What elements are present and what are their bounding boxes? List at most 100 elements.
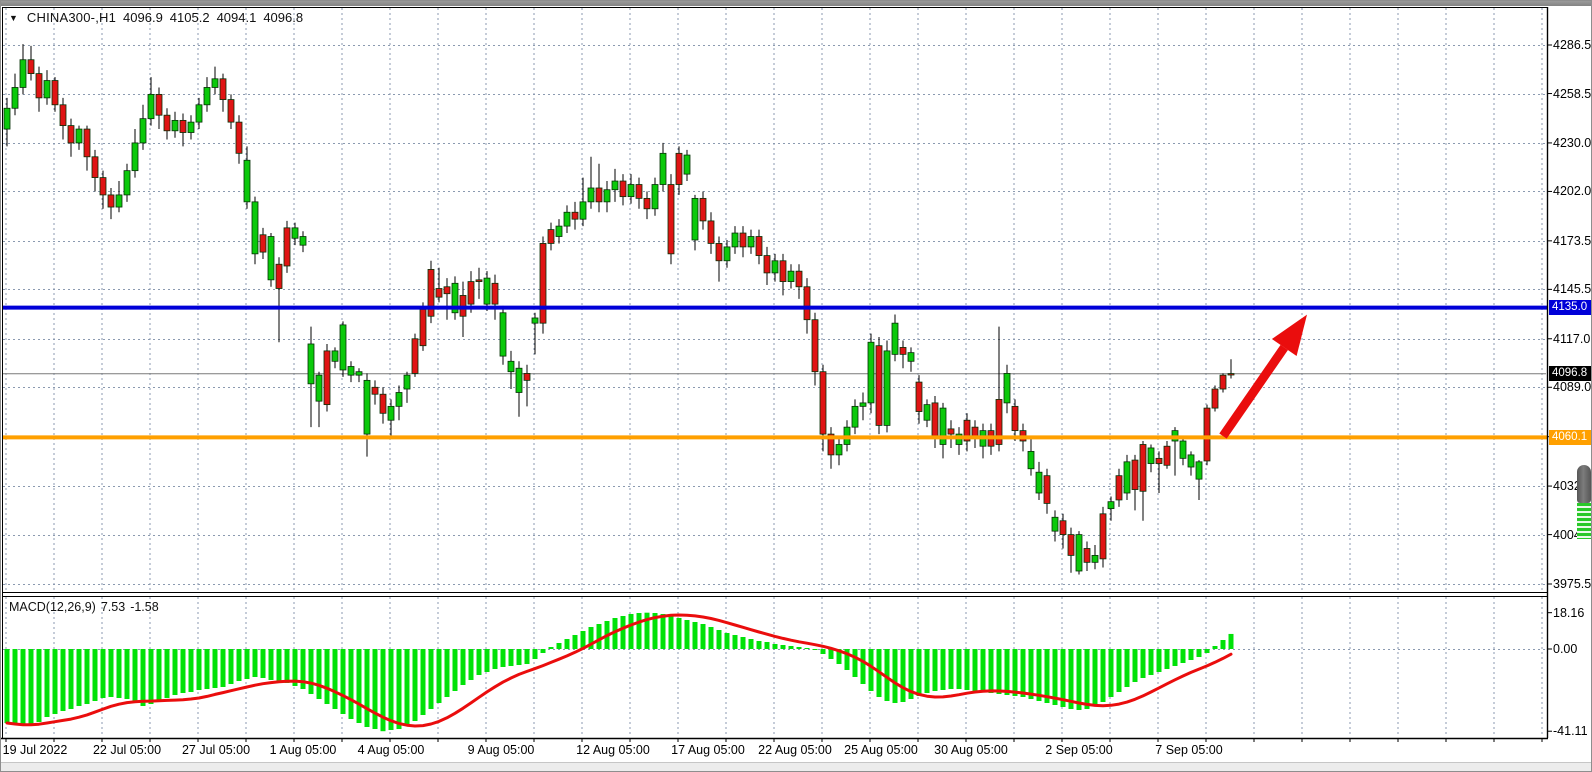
candle-body-up	[860, 403, 866, 406]
candle-body-down	[716, 243, 722, 260]
candle-body-up	[1108, 502, 1114, 509]
candle-body-down	[28, 60, 34, 74]
macd-histogram-bar	[573, 635, 578, 649]
candle-body-down	[1164, 446, 1170, 465]
macd-histogram-bar	[629, 614, 634, 649]
candle-body-up	[76, 129, 82, 143]
macd-histogram-bar	[933, 649, 938, 691]
candle-body-up	[556, 226, 562, 236]
candle-body-down	[1100, 514, 1106, 559]
candle-body-down	[444, 287, 450, 294]
ohlc-high: 4105.2	[170, 10, 210, 25]
macd-histogram-bar	[1101, 649, 1106, 702]
candle-body-up	[836, 444, 842, 454]
macd-histogram-bar	[557, 643, 562, 649]
candle-body-up	[1148, 448, 1154, 464]
macd-histogram-bar	[397, 649, 402, 729]
macd-histogram-bar	[253, 649, 258, 677]
time-axis-label: 30 Aug 05:00	[934, 743, 1008, 757]
time-axis-label: 22 Aug 05:00	[758, 743, 832, 757]
macd-histogram-bar	[709, 627, 714, 649]
macd-histogram-bar	[781, 645, 786, 649]
macd-histogram-bar	[341, 649, 346, 714]
time-axis-label: 22 Jul 05:00	[93, 743, 161, 757]
macd-histogram-bar	[1149, 649, 1154, 675]
candle-body-down	[60, 105, 66, 126]
macd-histogram-bar	[1077, 649, 1082, 710]
macd-histogram-bar	[1189, 649, 1194, 660]
candle-body-down	[804, 287, 810, 320]
macd-indicator-label: MACD(12,26,9) 7.53 -1.58	[9, 600, 159, 614]
candle-body-down	[276, 264, 282, 288]
candle-body-up	[1188, 455, 1194, 467]
macd-axis-label: -41.11	[1553, 724, 1588, 738]
macd-histogram-bar	[165, 649, 170, 698]
ohlc-low: 4094.1	[217, 10, 257, 25]
macd-histogram-bar	[469, 649, 474, 680]
macd-name: MACD(12,26,9)	[9, 600, 96, 614]
time-axis-label: 2 Sep 05:00	[1045, 743, 1112, 757]
candle-body-up	[1180, 441, 1186, 458]
candle-body-up	[396, 392, 402, 406]
ohlc-close: 4096.8	[263, 10, 303, 25]
candle-body-up	[772, 261, 778, 273]
macd-histogram-bar	[477, 649, 482, 675]
price-axis-label: 3975.5	[1553, 577, 1591, 591]
price-badge-support: 4060.1	[1549, 430, 1592, 445]
time-axis-label: 25 Aug 05:00	[844, 743, 918, 757]
macd-histogram-bar	[917, 649, 922, 696]
time-axis-label: 19 Jul 2022	[3, 743, 68, 757]
candle-body-up	[348, 366, 354, 375]
macd-histogram-bar	[333, 649, 338, 709]
candle-body-up	[604, 190, 610, 202]
candle-body-up	[1092, 555, 1098, 562]
symbol-dropdown-icon[interactable]: ▼	[9, 13, 18, 23]
macd-histogram-bar	[85, 649, 90, 704]
candle-body-down	[1132, 460, 1138, 489]
macd-histogram-bar	[317, 649, 322, 699]
macd-histogram-bar	[669, 616, 674, 649]
candle-body-down	[708, 221, 714, 244]
macd-histogram-bar	[901, 649, 906, 702]
candle-body-up	[508, 361, 514, 371]
candle-body-up	[516, 368, 522, 392]
candle-body-up	[188, 122, 194, 132]
macd-histogram-bar	[1109, 649, 1114, 697]
macd-histogram-bar	[69, 649, 74, 709]
candle-body-up	[588, 188, 594, 202]
scrollbar-grip[interactable]	[1577, 465, 1591, 503]
scrollbar-thumb[interactable]	[1577, 465, 1591, 539]
candle-body-down	[620, 181, 626, 197]
candle-body-up	[500, 313, 506, 356]
macd-histogram-bar	[1205, 649, 1210, 653]
macd-histogram-bar	[389, 649, 394, 730]
candle-body-down	[1204, 408, 1210, 461]
candle-body-down	[36, 74, 42, 98]
candle-body-down	[1116, 476, 1122, 500]
macd-histogram-bar	[1013, 649, 1018, 696]
candle-body-down	[412, 339, 418, 374]
macd-histogram-bar	[213, 649, 218, 688]
macd-main-value: 7.53	[101, 600, 125, 614]
candle-body-up	[788, 271, 794, 281]
candle-body-down	[468, 282, 474, 305]
candle-body-down	[1212, 389, 1218, 408]
candle-body-down	[740, 233, 746, 247]
candle-body-down	[372, 387, 378, 394]
macd-histogram-bar	[1085, 649, 1090, 709]
candle-body-up	[628, 185, 634, 197]
macd-histogram-bar	[173, 649, 178, 695]
macd-histogram-bar	[693, 622, 698, 649]
macd-histogram-bar	[1021, 649, 1026, 697]
candle-body-down	[548, 230, 554, 244]
macd-histogram-bar	[445, 649, 450, 697]
candle-body-down	[324, 351, 330, 405]
candle-body-up	[1036, 472, 1042, 493]
candle-body-up	[364, 380, 370, 434]
candle-body-up	[1004, 373, 1010, 402]
macd-histogram-bar	[965, 649, 970, 690]
candle-body-down	[164, 115, 170, 131]
macd-histogram-bar	[1117, 649, 1122, 692]
macd-histogram-bar	[501, 649, 506, 667]
macd-histogram-bar	[1005, 649, 1010, 695]
